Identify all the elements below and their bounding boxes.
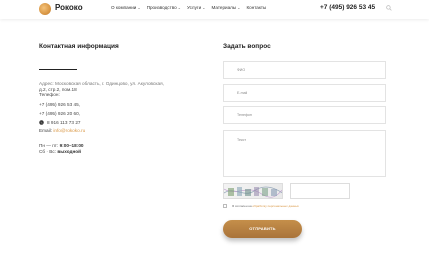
consent-text: Я согласен на обработку персональных дан… [232, 204, 299, 208]
phone-label: Телефон: [39, 92, 60, 98]
chevron-down-icon: ⌄ [137, 5, 141, 10]
brand-name[interactable]: Рококо [55, 3, 83, 12]
captcha-input[interactable] [290, 183, 350, 199]
hours-weekday-value: 9:00–18:00 [59, 143, 84, 149]
title-divider [39, 69, 77, 70]
nav-item-about[interactable]: О компании⌄ [111, 5, 141, 10]
hours-weekday-label: Пн — пт: [39, 143, 59, 149]
message-textarea[interactable]: Текст [223, 130, 386, 177]
brand-logo-icon[interactable] [39, 3, 51, 15]
nav-item-services[interactable]: Услуги⌄ [187, 5, 206, 10]
nav-item-contacts[interactable]: Контакты [246, 5, 266, 10]
email-label: Email: [39, 127, 53, 133]
consent-prefix: Я согласен на [232, 204, 253, 208]
chevron-down-icon: ⌄ [202, 5, 206, 10]
nav-item-label: Производство [146, 5, 177, 10]
nav-item-label: О компании [111, 5, 137, 10]
hours-weekend-label: Сб · Вс: [39, 148, 57, 154]
phone-1[interactable]: +7 (495) 926 53 45, [39, 102, 219, 108]
contact-details: Адрес: Московская область, г. Одинцово, … [39, 81, 219, 133]
email-placeholder: E-mail [237, 91, 248, 95]
fio-placeholder: ФИО [237, 68, 246, 72]
contacts-title: Контактная информация [39, 43, 119, 50]
whatsapp-icon [39, 120, 44, 126]
consent-row: Я согласен на обработку персональных дан… [223, 204, 299, 208]
chevron-down-icon: ⌄ [237, 5, 241, 10]
phone-2[interactable]: +7 (495) 926 20 60, [39, 111, 219, 117]
hours-weekend-value: выходной [57, 148, 82, 154]
consent-link[interactable]: обработку персональных данных [252, 204, 298, 208]
nav-item-production[interactable]: Производство⌄ [147, 5, 181, 10]
nav-item-materials[interactable]: Материалы⌄ [212, 5, 241, 10]
submit-button[interactable]: ОТПРАВИТЬ [223, 220, 302, 238]
nav-item-label: Услуги [187, 5, 202, 10]
phone-field[interactable]: Телефон [223, 106, 386, 124]
form-title: Задать вопрос [223, 43, 271, 50]
question-form: Задать вопрос ФИО E-mail Телефон Текст Я… [223, 43, 386, 238]
nav-item-label: Контакты [246, 5, 267, 10]
captcha-image [223, 183, 283, 199]
message-placeholder: Текст [237, 138, 247, 142]
whatsapp-number: 8 916 113 73 27 [47, 119, 81, 125]
whatsapp-row[interactable]: 8 916 113 73 27 [39, 120, 219, 126]
site-header: Рококо О компании⌄ Производство⌄ Услуги⌄… [0, 0, 429, 19]
email-row: Email: info@rokoko.ru [39, 128, 219, 134]
nav-item-label: Материалы [211, 5, 237, 10]
main-nav: О компании⌄ Производство⌄ Услуги⌄ Матери… [111, 5, 266, 10]
phone-placeholder: Телефон [237, 113, 252, 117]
fio-field[interactable]: ФИО [223, 61, 386, 79]
chevron-down-icon: ⌄ [177, 5, 182, 10]
contacts-section: Контактная информация Адрес: Московская … [39, 43, 219, 154]
consent-checkbox[interactable] [223, 204, 227, 208]
working-hours: Пн — пт: 9:00–18:00 Сб · Вс: выходной [39, 143, 219, 154]
search-icon[interactable] [386, 5, 392, 11]
email-field[interactable]: E-mail [223, 84, 386, 102]
header-phone[interactable]: +7 (495) 926 53 45 [320, 4, 375, 11]
email-link[interactable]: info@rokoko.ru [53, 128, 85, 133]
